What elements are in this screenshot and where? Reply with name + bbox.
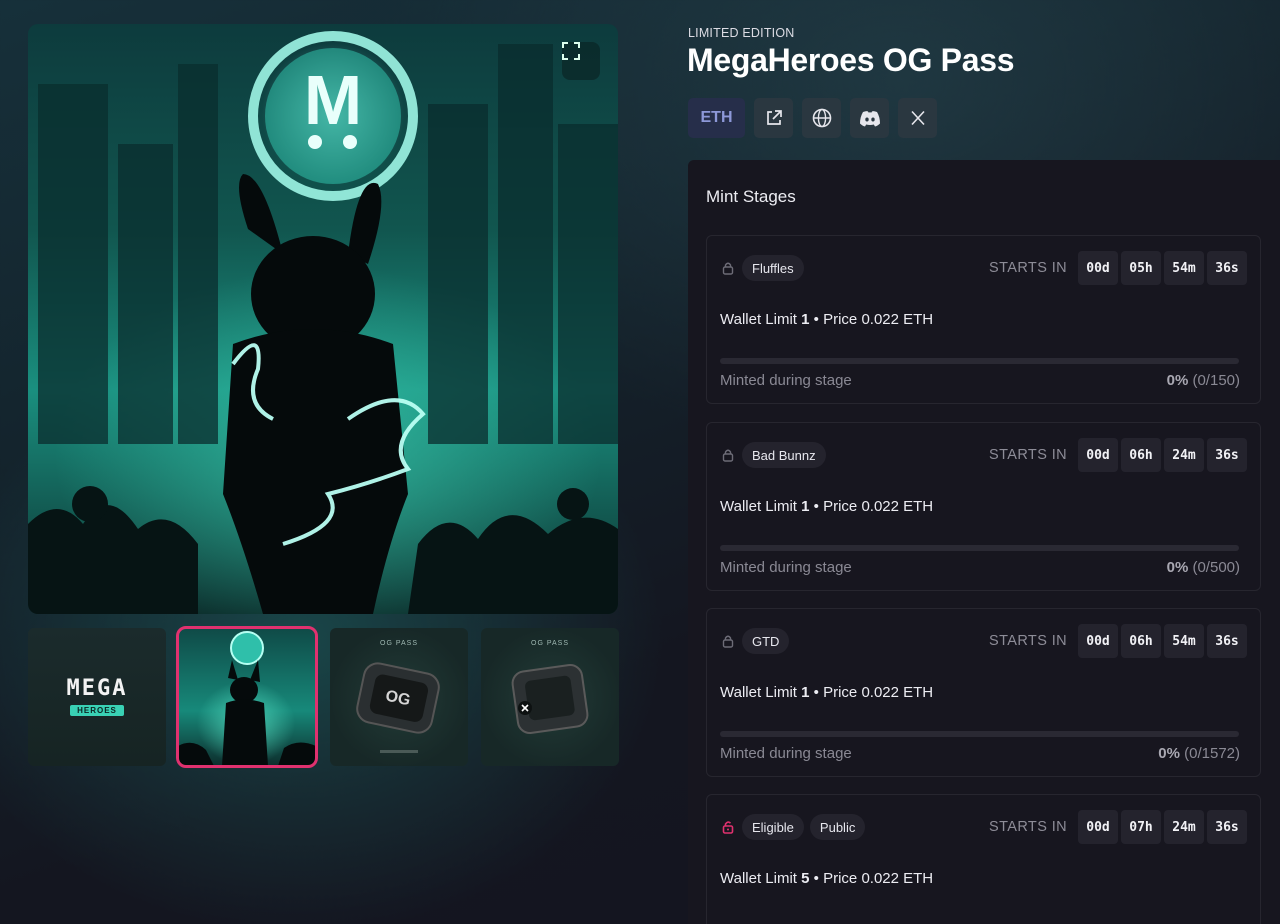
discord-icon <box>859 110 880 126</box>
hero-image[interactable]: M <box>28 24 618 614</box>
countdown-minutes: 24m <box>1164 438 1204 472</box>
eligible-tag: Eligible <box>742 814 804 840</box>
panel-title: Mint Stages <box>706 187 796 206</box>
og-pass-label: OG PASS <box>380 640 418 647</box>
collection-title: MegaHeroes OG Pass <box>687 42 1015 78</box>
countdown-seconds: 36s <box>1207 438 1247 472</box>
thumbnail-og-pass-back[interactable]: OG PASS <box>481 628 619 766</box>
minted-label: Minted during stage <box>720 745 852 762</box>
bunny-thumbnail-illustration <box>178 631 316 766</box>
thumbnail-strip: MEGA HEROES OG PASS OG OG PASS <box>28 626 619 768</box>
mint-progress-bar <box>720 731 1239 737</box>
countdown-seconds: 36s <box>1207 624 1247 658</box>
collection-eyebrow: LIMITED EDITION <box>688 26 795 40</box>
wallet-limit-line: Wallet Limit 1 • Price 0.022 ETH <box>720 311 934 328</box>
x-button[interactable] <box>898 98 937 138</box>
wallet-limit-value: 1 <box>801 311 810 328</box>
collection-links: ETH <box>688 98 937 138</box>
stage-price: 0.022 ETH <box>861 311 934 328</box>
thumbnail-bunny-artwork[interactable] <box>176 626 318 768</box>
wallet-limit-line: Wallet Limit 1 • Price 0.022 ETH <box>720 498 934 515</box>
mint-stage-card[interactable]: Fluffles STARTS IN 00d 05h 54m 36s Walle… <box>706 235 1261 404</box>
mint-stage-card[interactable]: Eligible Public STARTS IN 00d 07h 24m 36… <box>706 794 1261 924</box>
lock-icon <box>722 261 734 275</box>
mint-progress-bar <box>720 545 1239 551</box>
website-button[interactable] <box>802 98 841 138</box>
external-link-button[interactable] <box>754 98 793 138</box>
countdown-minutes: 54m <box>1164 624 1204 658</box>
stage-tag: Bad Bunnz <box>742 442 826 468</box>
discord-button[interactable] <box>850 98 889 138</box>
wallet-limit-value: 1 <box>801 684 810 701</box>
countdown-seconds: 36s <box>1207 810 1247 844</box>
wallet-limit-value: 5 <box>801 870 810 887</box>
countdown-days: 00d <box>1078 438 1118 472</box>
countdown-minutes: 24m <box>1164 810 1204 844</box>
starts-in-label: STARTS IN <box>989 260 1067 276</box>
minted-count: 0% (0/1572) <box>1158 745 1240 762</box>
og-pass-label: OG PASS <box>531 640 569 647</box>
minted-count: 0% (0/150) <box>1166 372 1240 389</box>
wallet-limit-value: 1 <box>801 498 810 515</box>
starts-in-label: STARTS IN <box>989 447 1067 463</box>
stage-tag: Fluffles <box>742 255 804 281</box>
thumbnail-og-pass-front[interactable]: OG PASS OG <box>330 628 468 766</box>
countdown-hours: 06h <box>1121 624 1161 658</box>
og-pass-device-illustration <box>511 663 589 735</box>
emblem-letter: M <box>304 61 362 139</box>
stage-tag: GTD <box>742 628 790 654</box>
starts-in-label: STARTS IN <box>989 819 1067 835</box>
x-icon <box>910 110 925 126</box>
stage-price: 0.022 ETH <box>861 498 934 515</box>
countdown-hours: 06h <box>1121 438 1161 472</box>
bunny-artwork-illustration: M <box>28 31 618 614</box>
globe-icon <box>812 108 831 128</box>
mint-stage-card[interactable]: GTD STARTS IN 00d 06h 54m 36s Wallet Lim… <box>706 608 1261 777</box>
thumbnail-mega-heroes-logo[interactable]: MEGA HEROES <box>28 628 166 766</box>
mint-stage-card[interactable]: Bad Bunnz STARTS IN 00d 06h 24m 36s Wall… <box>706 422 1261 591</box>
mega-logo-text: MEGA <box>66 676 128 701</box>
expand-icon <box>562 42 580 60</box>
mint-progress-bar <box>720 358 1239 364</box>
countdown-minutes: 54m <box>1164 251 1204 285</box>
mint-stages-panel: Mint Stages Fluffles STARTS IN 00d 05h 5… <box>688 160 1280 924</box>
countdown-days: 00d <box>1078 624 1118 658</box>
external-link-icon <box>766 110 782 125</box>
starts-in-label: STARTS IN <box>989 633 1067 649</box>
minted-label: Minted during stage <box>720 559 852 576</box>
minted-label: Minted during stage <box>720 372 852 389</box>
stage-price: 0.022 ETH <box>861 870 934 887</box>
og-pass-device-illustration: OG <box>356 662 440 753</box>
chain-badge[interactable]: ETH <box>688 98 745 138</box>
countdown-hours: 07h <box>1121 810 1161 844</box>
stage-tag: Public <box>809 814 866 840</box>
countdown-days: 00d <box>1078 810 1118 844</box>
heroes-logo-text: HEROES <box>70 705 124 716</box>
countdown-days: 00d <box>1078 251 1118 285</box>
minted-count: 0% (0/500) <box>1166 559 1240 576</box>
wallet-limit-line: Wallet Limit 1 • Price 0.022 ETH <box>720 684 934 701</box>
wallet-limit-line: Wallet Limit 5 • Price 0.022 ETH <box>720 870 934 887</box>
countdown-hours: 05h <box>1121 251 1161 285</box>
lock-icon <box>722 448 734 462</box>
stage-price: 0.022 ETH <box>861 684 934 701</box>
unlock-icon <box>722 820 734 834</box>
expand-button[interactable] <box>562 42 600 80</box>
countdown-seconds: 36s <box>1207 251 1247 285</box>
lock-icon <box>722 634 734 648</box>
